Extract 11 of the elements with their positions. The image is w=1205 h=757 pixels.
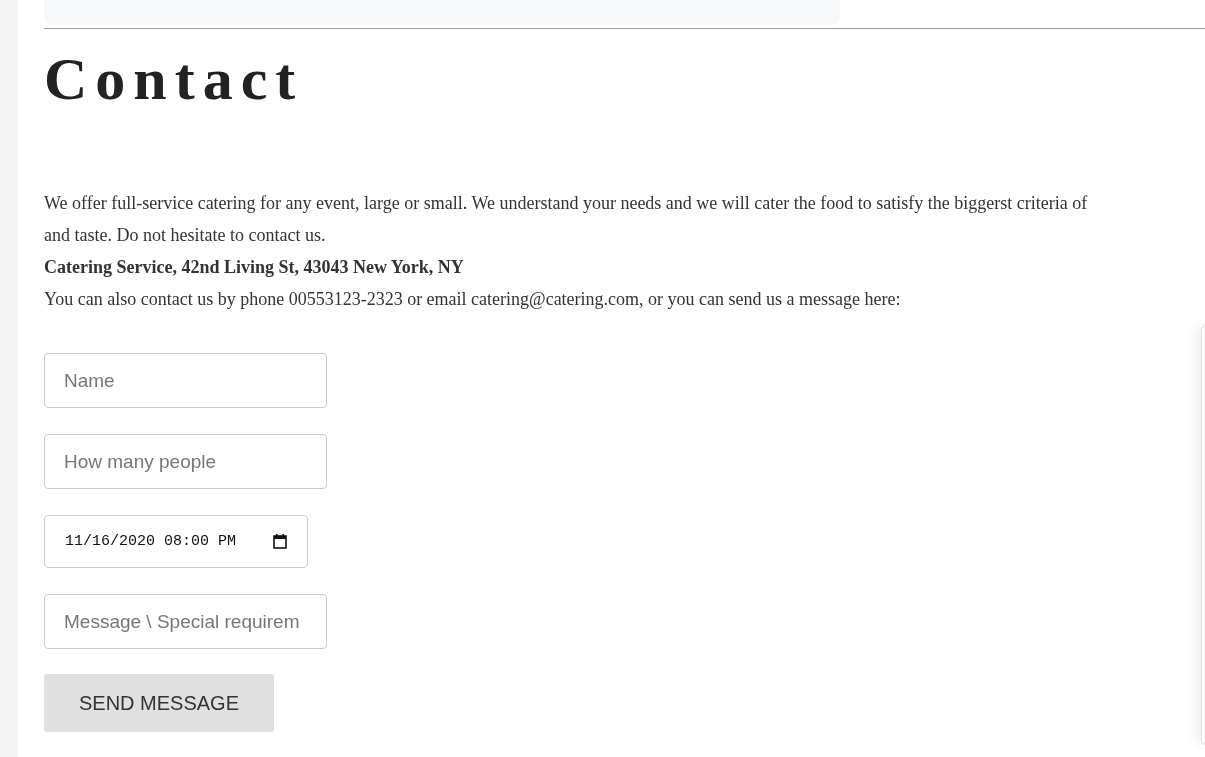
input-field[interactable]: Message \ Special requirem xyxy=(44,594,327,649)
input-field[interactable]: Name xyxy=(44,353,327,408)
calendar-icon[interactable] xyxy=(273,534,287,549)
send-message-button[interactable]: SEND MESSAGE xyxy=(44,674,274,732)
page-heading: Contact xyxy=(44,45,305,114)
address-text: Catering Service, 42nd Living St, 43043 New York, NY xyxy=(44,256,465,279)
date-time-field[interactable]: 11/16/2020 08:00 PM xyxy=(44,515,308,568)
contact-text: You can also contact us by phone 00553123-2323 or email catering@catering.com, or you can send us a message here: xyxy=(44,288,902,311)
intro-text: and taste. Do not hesitate to contact us. xyxy=(44,224,327,247)
input-field[interactable]: How many people xyxy=(44,434,327,489)
intro-text: We offer full-service catering for any event, large or small. We understand your needs and we will cater the food to satisfy the biggerst criteria of xyxy=(44,192,1089,215)
